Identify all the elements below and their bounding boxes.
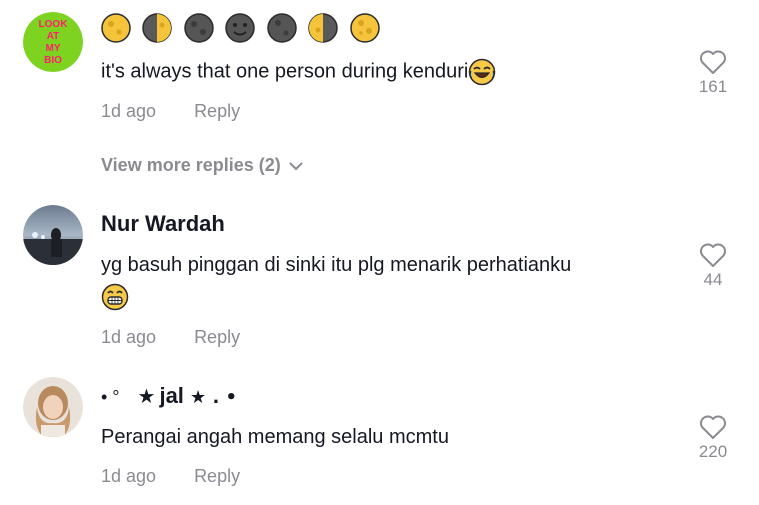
last-quarter-moon-icon [308,13,339,43]
comment-text: Perangai angah memang selalu mcmtu [101,426,449,448]
comment-text-line2 [101,283,129,311]
like-count: 44 [703,270,723,289]
comment-time: 1d ago [101,466,157,486]
reply-button[interactable]: Reply [194,466,240,486]
grinning-emoji-icon [101,283,129,311]
new-moon-icon [184,13,214,43]
heart-icon [700,243,726,267]
like-button[interactable]: 44 [686,242,740,290]
comment-meta: 1d ago Reply [101,101,240,122]
star-icon: ★ [137,384,156,408]
like-count: 161 [698,77,728,96]
waxing-moon-icon [101,13,131,43]
svg-text:AT: AT [47,31,60,42]
comment-text: yg basuh pinggan di sinki itu plg menari… [101,254,572,276]
avatar[interactable] [23,205,83,265]
username-moon-emojis[interactable] [101,13,387,45]
username[interactable]: • ° ★ jal ★ . • [101,383,237,409]
username[interactable]: Nur Wardah [101,211,225,237]
svg-text:MY: MY [46,43,61,54]
avatar[interactable] [23,377,83,437]
chevron-down-icon [289,162,303,171]
like-count: 220 [698,442,728,461]
reply-button[interactable]: Reply [194,327,240,347]
heart-icon [700,50,726,74]
comment-text: it's always that one person during kendu… [101,58,496,86]
view-more-replies-button[interactable]: View more replies (2) [101,155,303,176]
comment-time: 1d ago [101,101,157,121]
tears-of-joy-emoji-icon [469,58,496,86]
new-moon-face-icon [225,13,256,43]
heart-icon [700,415,726,439]
svg-text:LOOK: LOOK [39,19,69,30]
svg-text:BIO: BIO [44,55,62,66]
like-button[interactable]: 220 [686,414,740,462]
full-moon-icon [349,13,380,43]
first-quarter-moon-icon [142,13,173,43]
reply-button[interactable]: Reply [194,101,240,121]
username-suffix: ★ . • [190,387,238,408]
comment-meta: 1d ago Reply [101,327,240,348]
like-button[interactable]: 161 [686,49,740,97]
avatar[interactable]: LOOK AT MY BIO [23,12,83,72]
comment-meta: 1d ago Reply [101,466,240,487]
username-prefix: • ° [101,387,120,407]
comment-time: 1d ago [101,327,157,347]
new-moon-icon [267,13,297,43]
